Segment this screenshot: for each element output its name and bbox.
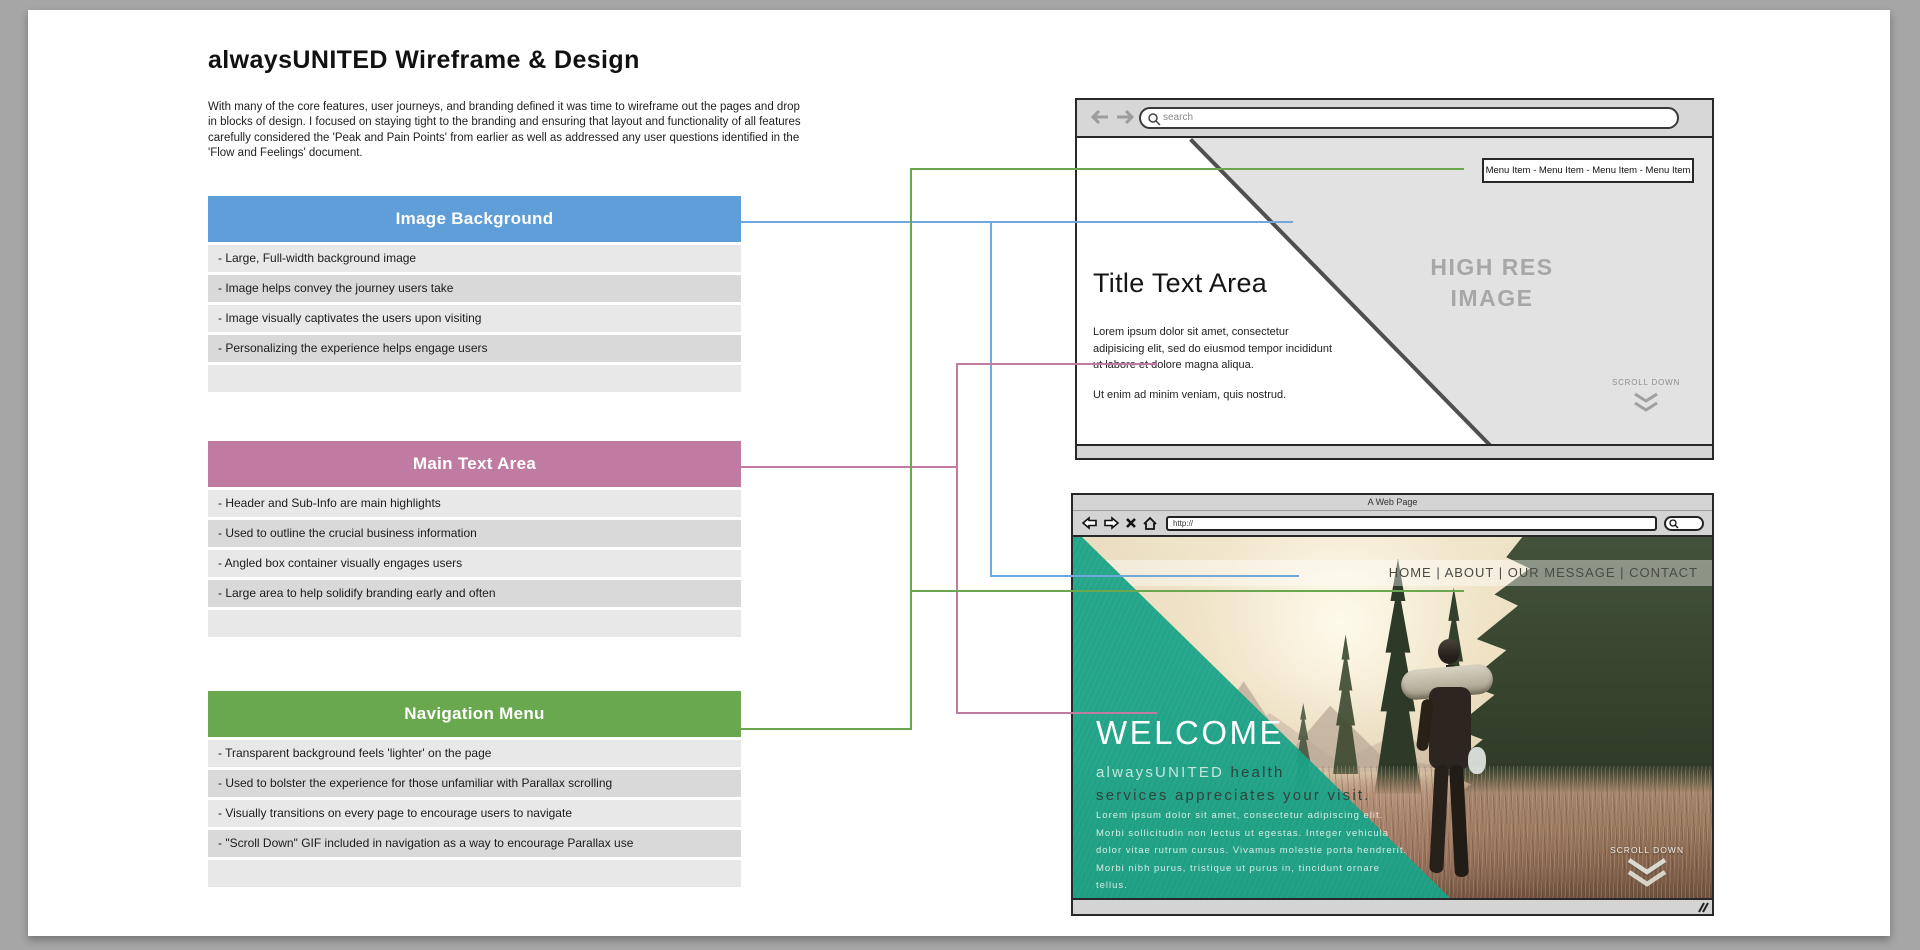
legend-item: - Large area to help solidify branding e… (208, 580, 741, 607)
back-arrow-icon[interactable] (1081, 516, 1098, 530)
scroll-down-control[interactable]: SCROLL DOWN (1606, 378, 1686, 419)
legend-item: - Header and Sub-Info are main highlight… (208, 490, 741, 517)
home-icon[interactable] (1142, 516, 1158, 531)
connector-blue-lower (990, 575, 1299, 577)
legend-item: - Angled box container visually engages … (208, 550, 741, 577)
menu-bar[interactable]: Menu Item - Menu Item - Menu Item - Menu… (1482, 158, 1694, 183)
design-toolbar: http:// (1073, 511, 1712, 537)
nav-menu[interactable]: HOME | ABOUT | OUR MESSAGE | CONTACT (1073, 560, 1712, 586)
chevron-down-icon (1634, 392, 1658, 412)
search-icon (1148, 113, 1161, 126)
connector-green-horizontal (741, 728, 910, 730)
hiker-silhouette (1400, 627, 1495, 889)
legend-item: - Transparent background feels 'lighter'… (208, 740, 741, 767)
page-title: alwaysUNITED Wireframe & Design (208, 46, 640, 74)
title-text-area: Title Text Area (1093, 268, 1268, 298)
url-field[interactable]: http:// (1166, 515, 1657, 531)
legend-item-empty (208, 365, 741, 392)
wireframe-toolbar: search (1077, 100, 1712, 138)
high-res-image-label: HIGH RES IMAGE (1430, 254, 1554, 312)
legend-item: - Image visually captivates the users up… (208, 305, 741, 332)
connector-blue-horizontal (741, 221, 1293, 223)
legend-item: - Used to bolster the experience for tho… (208, 770, 741, 797)
wireframe-browser-window: search Menu Item - Menu Item - Menu Item… (1075, 98, 1714, 460)
welcome-heading: WELCOME (1096, 714, 1285, 751)
connector-green-vertical (910, 168, 912, 730)
hero-body-text: Lorem ipsum dolor sit amet, consectetur … (1096, 810, 1408, 892)
legend-item: - "Scroll Down" GIF included in navigati… (208, 830, 741, 857)
design-browser-window: A Web Page http:// HOME | ABOUT | OUR ME… (1071, 493, 1714, 916)
browser-search-pill[interactable] (1664, 515, 1704, 531)
legend-main-text-area: Main Text Area - Header and Sub-Info are… (208, 441, 741, 637)
resize-handle-icon[interactable] (1695, 902, 1709, 913)
legend-item: - Visually transitions on every page to … (208, 800, 741, 827)
legend-header-navigation-menu: Navigation Menu (208, 691, 741, 737)
legend-item: - Large, Full-width background image (208, 245, 741, 272)
search-icon (1669, 518, 1679, 528)
legend-image-background: Image Background - Large, Full-width bac… (208, 196, 741, 392)
wireframe-content: Menu Item - Menu Item - Menu Item - Menu… (1077, 138, 1712, 444)
connector-pink-lower (956, 712, 1157, 714)
search-placeholder: search (1163, 112, 1194, 123)
connector-green-mid (910, 590, 1464, 592)
wireframe-statusbar (1077, 444, 1712, 458)
connector-green-upper (910, 168, 1464, 170)
search-input[interactable]: search (1139, 107, 1679, 129)
legend-item-empty (208, 860, 741, 887)
window-title: A Web Page (1073, 495, 1712, 511)
forward-arrow-icon[interactable] (1103, 516, 1120, 530)
legend-item: - Image helps convey the journey users t… (208, 275, 741, 302)
design-statusbar (1073, 898, 1712, 914)
connector-pink-upper (956, 363, 1157, 365)
scroll-down-label: SCROLL DOWN (1611, 378, 1681, 387)
connector-pink-horizontal (741, 466, 956, 468)
scroll-down-control[interactable]: SCROLL DOWN (1600, 845, 1694, 895)
poster-canvas: alwaysUNITED Wireframe & Design With man… (28, 10, 1890, 936)
legend-header-image-background: Image Background (208, 196, 741, 242)
brand-name: alwaysUNITED (1096, 764, 1225, 781)
legend-navigation-menu: Navigation Menu - Transparent background… (208, 691, 741, 887)
intro-paragraph: With many of the core features, user jou… (208, 101, 801, 160)
chevron-down-icon (1627, 858, 1667, 887)
tagline: alwaysUNITED health services appreciates… (1096, 764, 1371, 805)
legend-item-empty (208, 610, 741, 637)
legend-item: - Used to outline the crucial business i… (208, 520, 741, 547)
legend-header-main-text-area: Main Text Area (208, 441, 741, 487)
close-icon[interactable] (1125, 517, 1137, 529)
connector-blue-vertical (990, 221, 992, 577)
connector-pink-vertical (956, 363, 958, 714)
forward-arrow-icon[interactable] (1116, 109, 1135, 129)
back-arrow-icon[interactable] (1090, 109, 1109, 129)
wireframe-body-text: Lorem ipsum dolor sit amet, consectetur … (1093, 326, 1333, 401)
legend-item: - Personalizing the experience helps eng… (208, 335, 741, 362)
scroll-down-label: SCROLL DOWN (1610, 845, 1684, 855)
